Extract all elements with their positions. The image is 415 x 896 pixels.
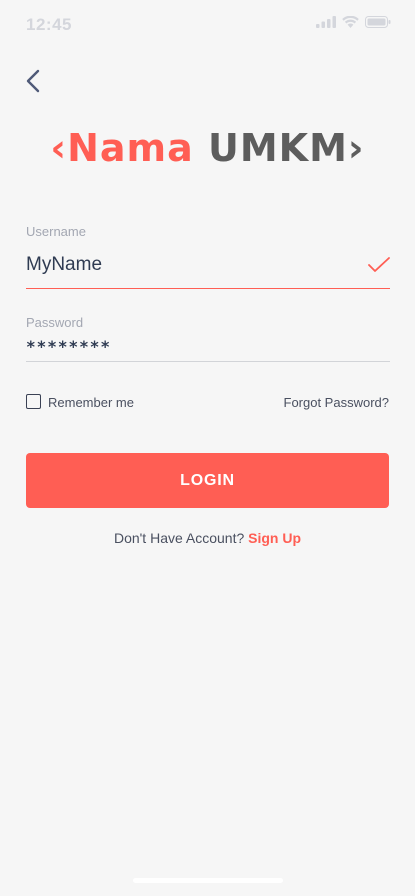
checkmark-icon	[368, 257, 390, 272]
logo-right-bracket: ›	[347, 126, 365, 170]
home-indicator[interactable]	[133, 878, 283, 883]
remember-me-label[interactable]: Remember me	[48, 395, 134, 410]
password-label: Password	[26, 315, 84, 330]
logo-left-bracket: ‹	[50, 126, 68, 170]
battery-icon	[365, 16, 391, 28]
logo-name: Nama	[67, 126, 194, 170]
username-input[interactable]	[26, 250, 356, 280]
status-time: 12:45	[26, 15, 72, 34]
forgot-password-link[interactable]: Forgot Password?	[284, 395, 390, 410]
login-button[interactable]: LOGIN	[26, 453, 389, 508]
back-button[interactable]	[22, 66, 48, 96]
signup-prompt: Don't Have Account?	[113, 530, 245, 546]
wifi-icon	[342, 16, 359, 28]
username-underline	[26, 288, 390, 289]
status-icons	[316, 16, 391, 28]
app-logo: ‹Nama UMKM›	[0, 126, 415, 170]
signup-link[interactable]: Sign Up	[248, 530, 301, 546]
chevron-left-icon	[26, 69, 40, 93]
signup-row: Don't Have Account? Sign Up	[0, 530, 415, 546]
password-input[interactable]	[26, 334, 386, 358]
logo-brand: UMKM	[207, 126, 348, 170]
remember-me-checkbox[interactable]	[26, 394, 41, 409]
login-screen: 12:45 ‹Nama UMKM› Username MyName Passwo…	[0, 0, 415, 896]
cellular-signal-icon	[316, 16, 336, 28]
username-label: Username	[26, 224, 86, 239]
password-underline	[26, 361, 390, 362]
